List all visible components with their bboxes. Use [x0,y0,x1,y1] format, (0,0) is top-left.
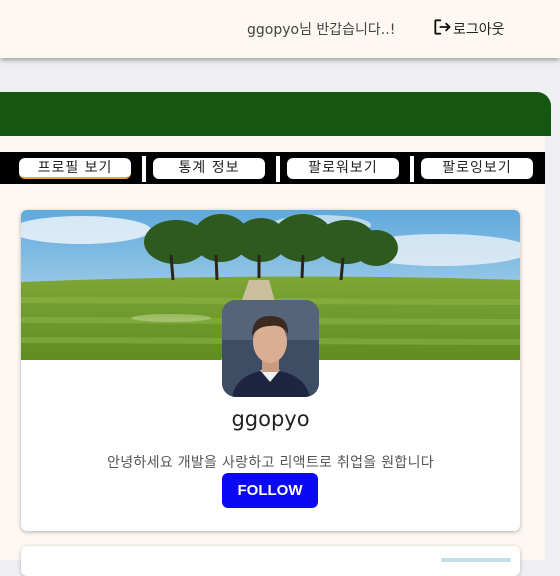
follow-button[interactable]: FOLLOW [222,473,318,508]
logout-icon [432,17,453,41]
green-header-bar [0,92,551,136]
logout-button[interactable]: 로그아웃 [432,17,505,41]
tab-profile[interactable]: 프로필 보기 [19,158,131,179]
profile-bio: 안녕하세요 개발을 사랑하고 리액트로 취업을 원합니다 [107,455,434,471]
logout-label: 로그아웃 [453,22,505,38]
tab-followers[interactable]: 팔로워보기 [287,158,399,179]
profile-tab-bar: 프로필 보기 통계 정보 팔로워보기 팔로잉보기 [0,152,545,184]
tab-separator [276,156,280,182]
greeting-text: ggopyo님 반갑습니다..! [247,22,396,38]
tab-separator [142,156,146,182]
profile-card: ggopyo 안녕하세요 개발을 사랑하고 리액트로 취업을 원합니다 FOLL… [21,210,520,531]
tab-following[interactable]: 팔로잉보기 [421,158,533,179]
secondary-card [21,546,520,576]
tab-stats[interactable]: 통계 정보 [153,158,265,179]
card-accent [441,558,511,562]
tab-separator [410,156,414,182]
profile-avatar [222,300,319,397]
top-bar: ggopyo님 반갑습니다..! 로그아웃 [0,0,560,58]
profile-username: ggopyo [231,407,310,431]
